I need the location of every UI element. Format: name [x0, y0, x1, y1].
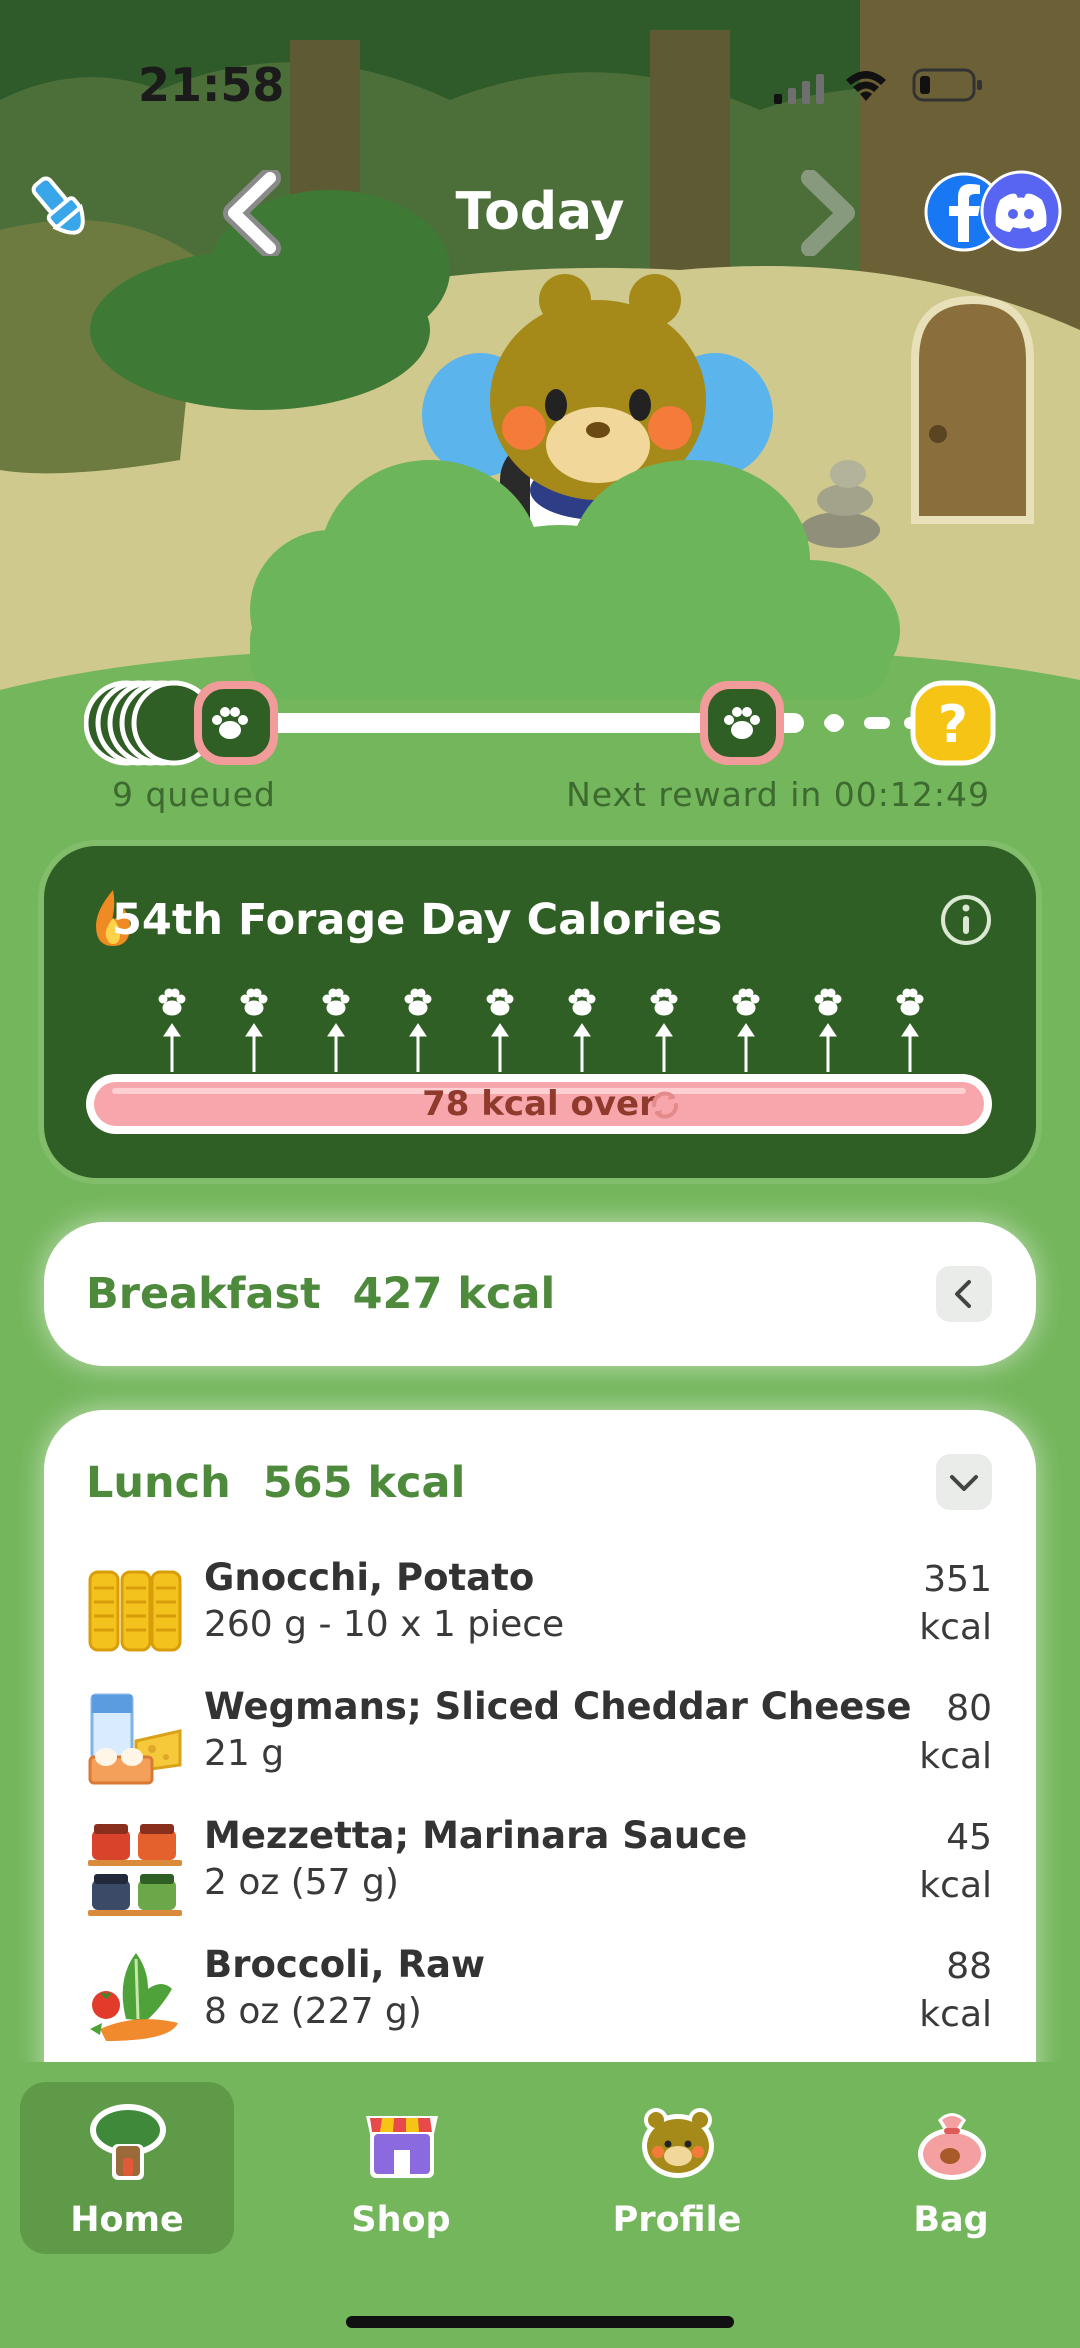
food-amount: 260 g - 10 x 1 piece — [204, 1604, 565, 1645]
tab-profile[interactable]: Profile — [570, 2082, 784, 2254]
breakfast-card[interactable]: Breakfast 427 kcal — [44, 1222, 1036, 1366]
calorie-progress-bar: 78 kcal over — [86, 1074, 992, 1134]
queued-count-label: 9 queued — [112, 775, 276, 814]
wifi-icon — [842, 66, 890, 106]
gnocchi-icon — [88, 1570, 182, 1652]
breakfast-header: Breakfast 427 kcal — [86, 1269, 587, 1319]
bag-icon — [918, 2113, 986, 2180]
tab-label: Home — [70, 2200, 184, 2240]
kcal-value: 88 — [946, 1946, 992, 1987]
info-button[interactable] — [940, 894, 992, 946]
food-item[interactable]: Mezzetta; Marinara Sauce 2 oz (57 g) 45 k… — [86, 1814, 992, 1934]
tab-label: Profile — [612, 2200, 742, 2240]
page-title: Today — [455, 182, 625, 242]
food-name: Wegmans; Sliced Cheddar Cheese — [204, 1685, 912, 1728]
collapse-lunch-button[interactable] — [936, 1454, 992, 1510]
discord-icon — [980, 170, 1062, 252]
jars-icon — [88, 1824, 182, 1916]
next-day-button[interactable] — [790, 169, 860, 257]
tree-house-icon — [90, 2104, 166, 2180]
kcal-unit: kcal — [919, 1607, 992, 1648]
forest-scene — [0, 0, 1080, 780]
info-icon — [941, 895, 991, 945]
app-screen: 21:58 Today ? 9 queued Next reward in 00… — [0, 0, 1080, 2348]
lunch-header: Lunch 565 kcal — [86, 1458, 497, 1508]
food-kcal: 351 kcal — [919, 1556, 992, 1652]
bear-icon — [642, 2108, 714, 2178]
food-kcal: 88 kcal — [919, 1943, 992, 2039]
home-indicator — [346, 2316, 734, 2328]
meal-name: Lunch — [86, 1458, 231, 1508]
meal-name: Breakfast — [86, 1269, 321, 1319]
question-mark-icon: ? — [910, 680, 996, 766]
battery-icon — [912, 66, 984, 104]
next-reward-timer: Next reward in 00:12:49 — [566, 775, 990, 814]
food-kcal: 45 kcal — [919, 1814, 992, 1910]
tab-shop[interactable]: Shop — [294, 2082, 508, 2254]
current-paw-icon — [720, 702, 764, 746]
kcal-value: 45 — [946, 1817, 992, 1858]
expand-breakfast-button[interactable] — [936, 1266, 992, 1322]
shop-icon — [366, 2116, 438, 2178]
mystery-reward-button[interactable]: ? — [910, 680, 996, 766]
kcal-unit: kcal — [919, 1736, 992, 1777]
food-item[interactable]: Broccoli, Raw 8 oz (227 g) 88 kcal — [86, 1943, 992, 2063]
tab-label: Bag — [913, 2200, 989, 2240]
calorie-status-text: 78 kcal over — [422, 1084, 656, 1124]
food-item[interactable]: Gnocchi, Potato 260 g - 10 x 1 piece 351… — [86, 1556, 992, 1676]
kcal-value: 351 — [923, 1559, 992, 1600]
tab-bag[interactable]: Bag — [844, 2082, 1058, 2254]
kcal-unit: kcal — [919, 1865, 992, 1906]
discord-button[interactable] — [980, 170, 1062, 252]
kcal-value: 80 — [946, 1688, 992, 1729]
dairy-icon — [88, 1693, 182, 1785]
paw-milestones — [150, 986, 930, 1076]
meal-kcal: 427 kcal — [352, 1269, 556, 1319]
food-name: Broccoli, Raw — [204, 1943, 486, 1986]
food-amount: 21 g — [204, 1733, 285, 1774]
chevron-down-icon — [950, 1475, 978, 1491]
food-item[interactable]: Wegmans; Sliced Cheddar Cheese 21 g 80 kc… — [86, 1685, 992, 1805]
svg-text:?: ? — [938, 695, 968, 755]
refresh-icon — [646, 1086, 684, 1124]
food-kcal: 80 kcal — [919, 1685, 992, 1781]
tab-label: Shop — [351, 2200, 451, 2240]
vegetables-icon — [90, 1953, 178, 2041]
tab-home[interactable]: Home — [20, 2082, 234, 2254]
kcal-unit: kcal — [919, 1994, 992, 2035]
signal-icon — [772, 72, 828, 106]
queued-paw-icon — [208, 702, 252, 746]
meal-kcal: 565 kcal — [262, 1458, 466, 1508]
status-time: 21:58 — [138, 58, 285, 112]
food-name: Mezzetta; Marinara Sauce — [204, 1814, 748, 1857]
calories-title: 54th Forage Day Calories — [112, 895, 723, 945]
food-amount: 2 oz (57 g) — [204, 1862, 399, 1903]
food-name: Gnocchi, Potato — [204, 1556, 535, 1599]
food-amount: 8 oz (227 g) — [204, 1991, 422, 2032]
chevron-right-icon — [801, 169, 855, 257]
chevron-left-icon — [955, 1280, 971, 1308]
